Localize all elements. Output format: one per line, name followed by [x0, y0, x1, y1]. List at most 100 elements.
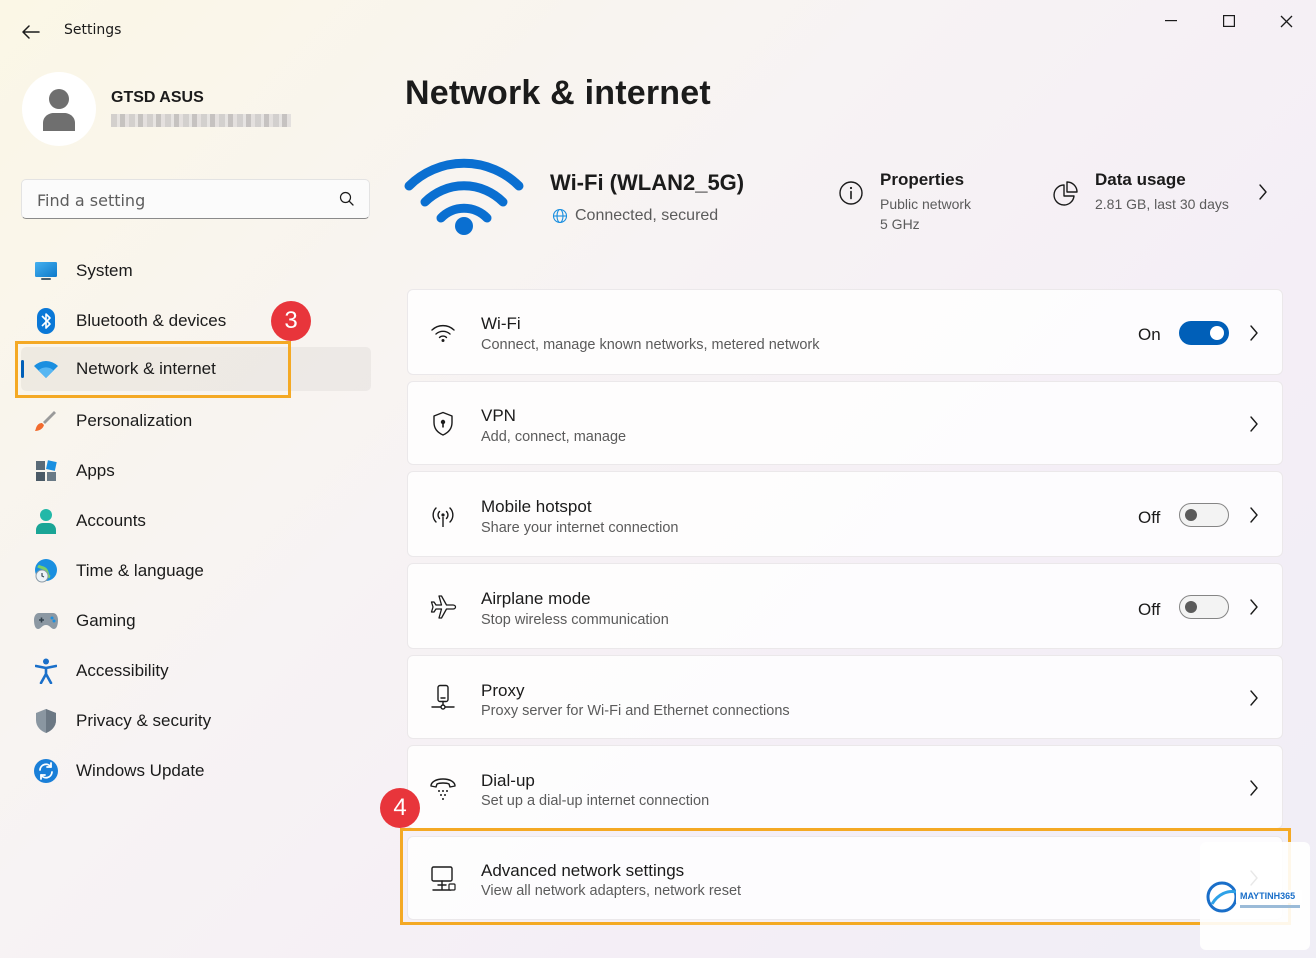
update-icon	[33, 758, 59, 784]
step-badge-4: 4	[380, 788, 420, 828]
chevron-right-icon	[1259, 184, 1267, 200]
accounts-icon	[33, 508, 59, 534]
highlight-box-advanced	[400, 828, 1291, 925]
dialup-icon	[428, 774, 458, 804]
avatar[interactable]	[22, 72, 96, 146]
minimize-icon	[1165, 20, 1177, 22]
card-mobile-hotspot[interactable]: Mobile hotspot Share your internet conne…	[407, 471, 1283, 557]
watermark-logo: MAYTINH365	[1200, 842, 1310, 950]
brush-icon	[33, 408, 59, 434]
sidebar-item-label: Apps	[76, 461, 115, 480]
connection-name: Wi-Fi (WLAN2_5G)	[550, 170, 745, 195]
back-arrow-icon	[22, 25, 40, 39]
connection-status-text: Connected, secured	[575, 207, 719, 224]
apps-icon	[33, 458, 59, 484]
airplane-icon	[428, 592, 458, 622]
info-icon	[839, 181, 863, 205]
search-input[interactable]	[35, 188, 329, 212]
hotspot-toggle-state: Off	[1138, 508, 1161, 527]
sidebar-item-label: Accounts	[76, 511, 146, 530]
minimize-button[interactable]	[1148, 6, 1194, 36]
bluetooth-icon	[33, 308, 59, 334]
chevron-right-icon	[1250, 690, 1258, 706]
chevron-right-icon	[1250, 416, 1258, 432]
sidebar-item-system[interactable]: System	[21, 249, 371, 293]
wifi-toggle-state: On	[1138, 325, 1161, 344]
gamepad-icon	[33, 608, 59, 634]
card-title: Mobile hotspot	[481, 497, 592, 516]
chevron-right-icon	[1250, 325, 1258, 341]
search-icon[interactable]	[339, 191, 355, 207]
sidebar-item-label: Time & language	[76, 561, 204, 580]
sidebar-item-apps[interactable]: Apps	[21, 449, 371, 493]
sidebar-item-windows-update[interactable]: Windows Update	[21, 749, 371, 793]
wifi-icon	[428, 318, 458, 348]
sidebar-item-label: Privacy & security	[76, 711, 212, 730]
user-name: GTSD ASUS	[111, 89, 204, 106]
hotspot-toggle[interactable]	[1179, 503, 1229, 527]
card-dial-up[interactable]: Dial-up Set up a dial-up internet connec…	[407, 745, 1283, 829]
card-wifi[interactable]: Wi-Fi Connect, manage known networks, me…	[407, 289, 1283, 375]
accessibility-icon	[33, 658, 59, 684]
sidebar-item-accounts[interactable]: Accounts	[21, 499, 371, 543]
proxy-icon	[428, 683, 458, 713]
maximize-button[interactable]	[1206, 6, 1252, 36]
card-subtitle: Share your internet connection	[481, 520, 679, 536]
airplane-toggle-state: Off	[1138, 600, 1161, 619]
pie-chart-icon	[1053, 181, 1078, 206]
airplane-toggle[interactable]	[1179, 595, 1229, 619]
card-title: VPN	[481, 406, 516, 425]
card-title: Dial-up	[481, 771, 535, 790]
card-subtitle: Connect, manage known networks, metered …	[481, 337, 820, 353]
card-title: Wi-Fi	[481, 314, 521, 333]
card-proxy[interactable]: Proxy Proxy server for Wi-Fi and Etherne…	[407, 655, 1283, 739]
sidebar-item-label: Bluetooth & devices	[76, 311, 227, 330]
chevron-right-icon	[1250, 507, 1258, 523]
properties-network-type: Public network	[880, 196, 972, 212]
card-subtitle: Set up a dial-up internet connection	[481, 793, 710, 809]
close-icon	[1280, 15, 1292, 27]
close-button[interactable]	[1263, 6, 1309, 36]
sidebar-item-time-language[interactable]: Time & language	[21, 549, 371, 593]
sidebar-item-label: Gaming	[76, 611, 136, 630]
wifi-toggle[interactable]	[1179, 321, 1229, 345]
properties-title: Properties	[880, 170, 965, 189]
sidebar-item-privacy-security[interactable]: Privacy & security	[21, 699, 371, 743]
system-icon	[33, 258, 59, 284]
sidebar-item-label: System	[76, 261, 133, 280]
page-title: Network & internet	[405, 74, 711, 112]
properties-link[interactable]: Properties Public network 5 GHz	[838, 170, 971, 234]
watermark-brand: MAYTINH365	[1240, 891, 1296, 901]
card-airplane-mode[interactable]: Airplane mode Stop wireless communicatio…	[407, 563, 1283, 649]
sidebar-item-personalization[interactable]: Personalization	[21, 399, 371, 443]
card-subtitle: Proxy server for Wi-Fi and Ethernet conn…	[481, 703, 790, 719]
data-usage-title: Data usage	[1095, 170, 1186, 189]
search-box[interactable]	[21, 179, 370, 219]
chevron-right-icon	[1250, 780, 1258, 796]
user-icon	[43, 89, 75, 131]
maximize-icon	[1223, 15, 1235, 27]
back-button[interactable]	[14, 18, 48, 46]
data-usage-value: 2.81 GB, last 30 days	[1095, 196, 1229, 212]
vpn-shield-icon	[428, 409, 458, 439]
card-subtitle: Add, connect, manage	[481, 429, 627, 445]
highlight-box-network	[15, 341, 291, 398]
sidebar-item-gaming[interactable]: Gaming	[21, 599, 371, 643]
sidebar-item-label: Accessibility	[76, 661, 169, 680]
sidebar-item-label: Windows Update	[76, 761, 205, 780]
globe-icon	[552, 208, 568, 224]
connection-status: Connected, secured	[552, 207, 718, 225]
sidebar-item-label: Personalization	[76, 411, 193, 430]
globe-clock-icon	[33, 558, 59, 584]
sidebar-item-bluetooth[interactable]: Bluetooth & devices	[21, 299, 371, 343]
app-title: Settings	[64, 22, 122, 38]
card-subtitle: Stop wireless communication	[481, 612, 669, 628]
hotspot-icon	[428, 502, 458, 532]
data-usage-link[interactable]: Data usage 2.81 GB, last 30 days	[1052, 170, 1269, 214]
card-vpn[interactable]: VPN Add, connect, manage	[407, 381, 1283, 465]
user-email-blurred	[111, 114, 291, 127]
sidebar-item-accessibility[interactable]: Accessibility	[21, 649, 371, 693]
shield-icon	[33, 708, 59, 734]
card-title: Airplane mode	[481, 589, 591, 608]
wifi-large-icon	[404, 158, 524, 235]
